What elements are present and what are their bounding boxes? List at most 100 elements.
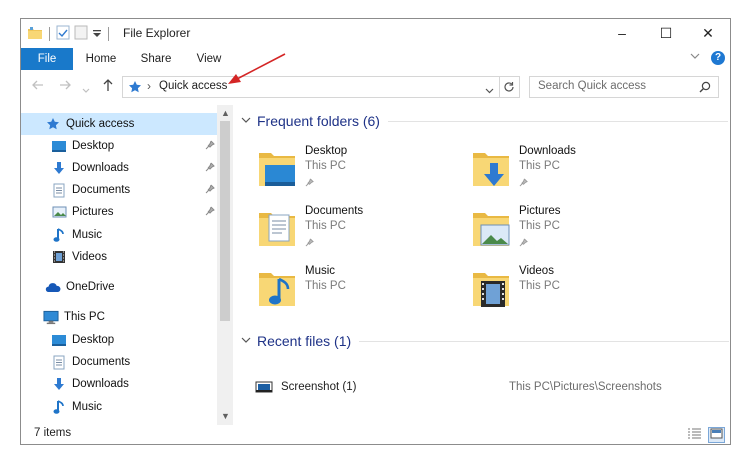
chevron-down-icon[interactable] xyxy=(241,336,251,347)
nav-label: Music xyxy=(72,229,103,241)
breadcrumb-separator[interactable]: › xyxy=(147,79,151,93)
folder-location: This PC xyxy=(305,280,346,292)
expand-ribbon-icon[interactable] xyxy=(690,52,700,63)
pin-icon[interactable] xyxy=(305,236,314,250)
chevron-down-icon xyxy=(82,88,90,93)
folder-name: Pictures xyxy=(519,205,561,217)
folder-tile-downloads[interactable]: Downloads This PC xyxy=(471,145,681,197)
folder-location: This PC xyxy=(305,160,346,172)
nav-label: Desktop xyxy=(72,140,115,152)
tab-share[interactable]: Share xyxy=(136,48,176,70)
folder-tile-pictures[interactable]: Pictures This PC xyxy=(471,205,681,257)
back-arrow-icon xyxy=(32,80,43,90)
image-file-icon xyxy=(255,381,273,393)
nav-item-pc-music[interactable]: Music xyxy=(21,396,217,418)
customize-qat-icon[interactable] xyxy=(92,27,102,42)
documents-folder-icon xyxy=(259,213,295,246)
nav-item-music[interactable]: Music xyxy=(21,224,217,246)
pictures-icon xyxy=(51,204,67,220)
quick-access-toolbar xyxy=(27,25,111,43)
pin-icon[interactable] xyxy=(205,162,215,175)
group-header-recent[interactable]: Recent files (1) xyxy=(241,333,730,349)
address-dropdown-icon[interactable] xyxy=(485,83,494,97)
details-view-icon[interactable] xyxy=(687,427,702,443)
group-divider xyxy=(387,120,728,122)
forward-button[interactable] xyxy=(58,78,72,95)
app-folder-icon xyxy=(27,26,43,43)
folder-tile-desktop[interactable]: Desktop This PC xyxy=(257,145,467,197)
pin-icon[interactable] xyxy=(205,206,215,219)
folder-tile-documents[interactable]: Documents This PC xyxy=(257,205,467,257)
recent-locations-button[interactable] xyxy=(82,81,90,97)
documents-icon xyxy=(51,354,67,370)
window-title: File Explorer xyxy=(123,26,191,40)
pictures-folder-icon xyxy=(473,213,510,246)
help-icon[interactable]: ? xyxy=(711,51,725,65)
folder-name: Desktop xyxy=(305,145,348,157)
documents-icon xyxy=(51,182,67,198)
nav-label: Documents xyxy=(72,356,131,368)
list-item[interactable]: Screenshot (1) This PC\Pictures\Screensh… xyxy=(251,379,711,399)
pin-icon[interactable] xyxy=(519,236,528,250)
downloads-icon xyxy=(51,160,67,176)
item-count: 7 items xyxy=(34,427,72,439)
nav-item-onedrive[interactable]: OneDrive xyxy=(21,276,217,298)
folder-location: This PC xyxy=(305,220,346,232)
title-divider xyxy=(108,27,109,41)
search-icon[interactable] xyxy=(699,81,711,96)
minimize-button[interactable]: – xyxy=(599,19,645,47)
downloads-folder-icon xyxy=(473,153,509,186)
folder-name: Documents xyxy=(305,205,364,217)
chevron-down-icon[interactable] xyxy=(241,116,251,127)
nav-scrollbar[interactable]: ▲ ▼ xyxy=(217,105,233,425)
nav-item-this-pc[interactable]: This PC xyxy=(21,306,217,328)
up-button[interactable] xyxy=(101,78,115,95)
nav-label: OneDrive xyxy=(66,281,115,293)
group-header-frequent[interactable]: Frequent folders (6) xyxy=(241,113,728,129)
nav-item-desktop[interactable]: Desktop xyxy=(21,135,217,157)
tab-view[interactable]: View xyxy=(189,48,229,70)
breadcrumb-quick-access[interactable]: Quick access xyxy=(159,80,227,92)
maximize-button[interactable]: ☐ xyxy=(643,19,689,47)
desktop-icon xyxy=(51,138,67,154)
pin-icon[interactable] xyxy=(205,140,215,153)
folder-tile-videos[interactable]: Videos This PC xyxy=(471,265,681,317)
nav-item-pictures[interactable]: Pictures xyxy=(21,201,217,223)
nav-item-quick-access[interactable]: Quick access xyxy=(21,113,217,135)
nav-item-pc-desktop[interactable]: Desktop xyxy=(21,329,217,351)
folder-tile-music[interactable]: Music This PC xyxy=(257,265,467,317)
nav-item-pc-documents[interactable]: Documents xyxy=(21,351,217,373)
nav-item-videos[interactable]: Videos xyxy=(21,246,217,268)
search-box[interactable]: Search Quick access xyxy=(529,76,719,98)
refresh-icon xyxy=(504,82,514,92)
refresh-button[interactable] xyxy=(499,76,520,98)
address-bar[interactable]: › Quick access xyxy=(122,76,500,98)
nav-item-documents[interactable]: Documents xyxy=(21,179,217,201)
music-folder-icon xyxy=(259,273,295,306)
nav-label: Downloads xyxy=(72,162,129,174)
pin-icon[interactable] xyxy=(519,176,528,190)
close-button[interactable]: ✕ xyxy=(685,19,730,47)
quick-access-star-icon xyxy=(45,116,61,132)
file-name: Screenshot (1) xyxy=(281,381,357,393)
music-icon xyxy=(51,399,67,415)
properties-icon[interactable] xyxy=(56,25,70,43)
nav-label: Documents xyxy=(72,184,131,196)
large-icons-view-icon[interactable] xyxy=(708,427,725,443)
up-arrow-icon xyxy=(103,79,113,91)
nav-item-pc-downloads[interactable]: Downloads xyxy=(21,373,217,395)
scroll-thumb[interactable] xyxy=(220,121,230,321)
pin-icon[interactable] xyxy=(305,176,314,190)
scroll-down-icon[interactable]: ▼ xyxy=(221,411,230,421)
folder-location: This PC xyxy=(519,160,560,172)
group-title: Frequent folders (6) xyxy=(257,113,380,129)
pin-icon[interactable] xyxy=(205,184,215,197)
ribbon-tabs: File Home Share View ? xyxy=(21,48,730,70)
tab-file[interactable]: File xyxy=(21,48,73,70)
back-button[interactable] xyxy=(31,78,45,95)
nav-item-downloads[interactable]: Downloads xyxy=(21,157,217,179)
scroll-up-icon[interactable]: ▲ xyxy=(221,108,230,118)
search-placeholder: Search Quick access xyxy=(538,80,647,92)
tab-home[interactable]: Home xyxy=(81,48,121,70)
new-folder-icon[interactable] xyxy=(74,25,88,43)
